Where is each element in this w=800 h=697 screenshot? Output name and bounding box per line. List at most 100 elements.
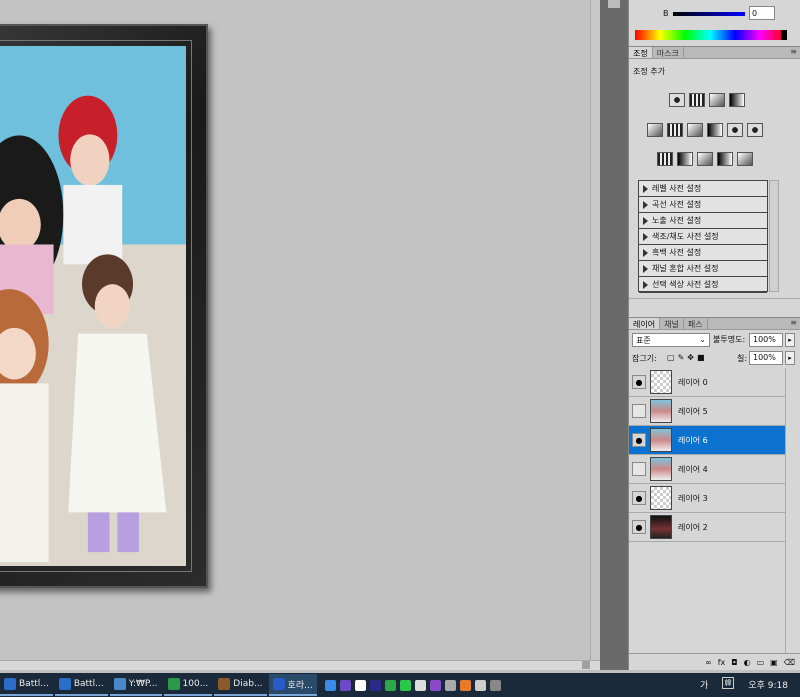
eye-icon[interactable]: ● [632,520,646,534]
taskbar-item[interactable]: Battl... [0,674,53,696]
opacity-input[interactable]: 100% [749,333,783,347]
new-group-icon[interactable]: ▭ [757,658,765,667]
layer-row[interactable]: ● 레이어 2 [629,513,785,542]
lock-pixels-icon[interactable]: ✎ [678,353,685,362]
eye-icon[interactable]: ● [632,375,646,389]
layer-style-icon[interactable]: fx [718,658,726,667]
ime-indicator[interactable]: 가 [700,678,708,691]
preset-channel-mixer[interactable]: 채널 혼합 사전 설정 [639,261,767,277]
document-canvas[interactable] [0,0,600,660]
blue-channel-value[interactable]: 0 [749,6,775,20]
selective-color-icon[interactable] [737,152,753,166]
battlenet-icon [58,678,71,690]
tray-app-icon[interactable] [369,679,381,691]
fill-arrow-button[interactable]: ▸ [785,351,795,365]
threshold-icon[interactable] [697,152,713,166]
spectrum-black-swatch[interactable] [781,30,787,40]
tray-nvidia-icon[interactable] [384,679,396,691]
preset-exposure[interactable]: 노출 사전 설정 [639,213,767,229]
preset-levels[interactable]: 레벨 사전 설정 [639,181,767,197]
eye-icon[interactable]: ● [632,433,646,447]
layer-row[interactable]: ● 레이어 0 [629,368,785,397]
taskbar-item[interactable]: Y:₩P... [109,674,162,696]
panel-collapse-button[interactable] [608,0,620,8]
tab-adjustments[interactable]: 조정 [629,47,653,58]
tray-chat-icon[interactable] [399,679,411,691]
tab-masks[interactable]: 마스크 [653,47,684,58]
levels-icon[interactable] [689,93,705,107]
link-layers-icon[interactable]: ∞ [705,658,712,667]
color-spectrum[interactable] [635,30,785,40]
tab-paths[interactable]: 패스 [684,318,708,329]
blend-mode-select[interactable]: 표준 ⌄ [632,333,710,347]
adjustments-tabbar: 조정 마스크 ≡ [629,46,800,59]
curves-icon[interactable] [709,93,725,107]
tab-channels[interactable]: 채널 [660,318,684,329]
posterize-icon[interactable] [677,152,693,166]
layer-row[interactable]: ● 레이어 3 [629,484,785,513]
exposure-icon[interactable] [729,93,745,107]
tray-app-icon[interactable] [324,679,336,691]
layers-tabbar: 레이어 채널 패스 ≡ [629,317,800,330]
fill-input[interactable]: 100% [749,351,783,365]
trash-icon[interactable]: ⌫ [784,658,795,667]
black-white-icon[interactable] [707,123,723,137]
taskbar-item[interactable]: Diab... [214,674,267,696]
lock-icons: ▢ ✎ ✥ ■ [667,353,705,362]
adjustment-icons-row-2 [647,123,763,137]
tray-app-icon[interactable] [429,679,441,691]
preset-curves[interactable]: 곡선 사전 설정 [639,197,767,213]
layer-name: 레이어 0 [678,377,708,387]
network-icon[interactable] [474,679,486,691]
layer-thumbnail [650,457,672,481]
vibrance-icon[interactable] [647,123,663,137]
lock-transparency-icon[interactable]: ▢ [667,353,675,362]
layer-row[interactable]: 레이어 5 [629,397,785,426]
presets-scrollbar[interactable] [769,180,779,292]
clock[interactable]: 오후 9:18 [748,678,788,691]
add-mask-icon[interactable]: ◘ [731,658,737,667]
tray-app-icon[interactable] [489,679,501,691]
preset-hue-saturation[interactable]: 색조/채도 사전 설정 [639,229,767,245]
vertical-scrollbar[interactable] [590,0,600,660]
eye-icon[interactable]: ● [632,491,646,505]
taskbar-item-photoshop[interactable]: 호라... [268,674,317,696]
taskbar-item[interactable]: 100... [163,674,213,696]
gradient-map-icon[interactable] [717,152,733,166]
visibility-toggle[interactable] [632,404,646,418]
speaker-icon[interactable] [459,679,471,691]
tab-layers[interactable]: 레이어 [629,318,661,329]
channel-mixer-icon[interactable] [747,123,763,137]
hue-saturation-icon[interactable] [667,123,683,137]
layer-row[interactable]: 레이어 4 [629,455,785,484]
taskbar-item[interactable]: Battl... [54,674,108,696]
lock-position-icon[interactable]: ✥ [687,353,694,362]
photo-filter-icon[interactable] [727,123,743,137]
brightness-icon[interactable] [669,93,685,107]
tray-arrow-icon[interactable] [444,679,456,691]
panel-menu-icon[interactable]: ≡ [786,318,800,329]
visibility-toggle[interactable] [632,462,646,476]
new-layer-icon[interactable]: ▣ [770,658,778,667]
ime-mode-indicator[interactable]: 韓 [722,677,734,689]
color-balance-icon[interactable] [687,123,703,137]
new-adjustment-icon[interactable]: ◐ [744,658,751,667]
preset-black-white[interactable]: 흑백 사전 설정 [639,245,767,261]
blue-channel-slider[interactable] [673,12,745,16]
expand-triangle-icon [643,232,648,241]
tray-app-icon[interactable] [414,679,426,691]
layers-scrollbar[interactable] [785,368,800,653]
preset-selective-color[interactable]: 선택 색상 사전 설정 [639,277,767,293]
lock-all-icon[interactable]: ■ [697,353,705,362]
layer-thumbnail [650,515,672,539]
opacity-arrow-button[interactable]: ▸ [785,333,795,347]
tray-app-icon[interactable] [339,679,351,691]
tray-play-icon[interactable] [354,679,366,691]
panel-menu-icon[interactable]: ≡ [786,47,800,58]
invert-icon[interactable] [657,152,673,166]
layer-row-selected[interactable]: ● 레이어 6 [629,426,785,455]
horizontal-scrollbar[interactable] [0,660,600,670]
folder-icon [113,678,126,690]
expand-triangle-icon [643,248,648,257]
adjustments-title: 조정 추가 [633,67,665,76]
